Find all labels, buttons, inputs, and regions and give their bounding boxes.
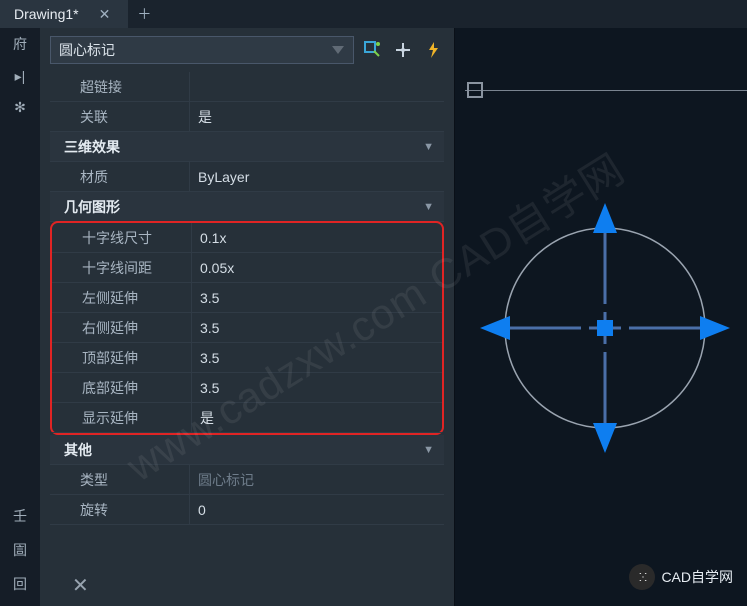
drawing-canvas[interactable] bbox=[455, 28, 747, 606]
section-title: 其他 bbox=[64, 440, 92, 460]
add-tab-button[interactable]: ＋ bbox=[128, 0, 160, 28]
chevron-down-icon: ▼ bbox=[423, 201, 434, 213]
quick-select-icon[interactable] bbox=[362, 39, 384, 61]
prop-value[interactable]: 0.1x bbox=[192, 223, 442, 252]
prop-value[interactable]: 0 bbox=[190, 495, 444, 524]
prop-label: 底部延伸 bbox=[52, 373, 192, 402]
dropdown-caret-icon bbox=[331, 45, 345, 55]
object-type-selector[interactable]: 圆心标记 bbox=[50, 36, 354, 64]
table-row[interactable]: 材质 ByLayer bbox=[50, 162, 444, 192]
prop-value[interactable]: 3.5 bbox=[192, 343, 442, 372]
properties-panel: 圆心标记 超链接 关联 是 bbox=[40, 28, 455, 606]
section-title: 三维效果 bbox=[64, 137, 120, 157]
rail-glyph-1: 府 bbox=[13, 34, 27, 54]
section-title: 几何图形 bbox=[64, 197, 120, 217]
prop-value[interactable]: 是 bbox=[192, 403, 442, 432]
prop-label: 十字线间距 bbox=[52, 253, 192, 282]
prop-label: 材质 bbox=[50, 162, 190, 191]
prop-label: 顶部延伸 bbox=[52, 343, 192, 372]
file-tab[interactable]: Drawing1* ✕ bbox=[0, 0, 128, 28]
rail-bottom-icon-2[interactable]: 圁 bbox=[13, 540, 27, 560]
prop-value[interactable]: ByLayer bbox=[190, 162, 444, 191]
section-other[interactable]: 其他 ▼ bbox=[50, 435, 444, 465]
table-row[interactable]: 关联 是 bbox=[50, 102, 444, 132]
table-row[interactable]: 左侧延伸 3.5 bbox=[52, 283, 442, 313]
prop-value[interactable]: 3.5 bbox=[192, 283, 442, 312]
table-row[interactable]: 旋转 0 bbox=[50, 495, 444, 525]
highlighted-region: 十字线尺寸 0.1x 十字线间距 0.05x 左侧延伸 3.5 右侧延伸 3.5… bbox=[50, 221, 444, 435]
left-rail: 府 ▸| ✻ ✕ 壬 圁 回 bbox=[0, 28, 40, 606]
tab-title: Drawing1* bbox=[14, 6, 79, 22]
drawing-content bbox=[455, 28, 747, 606]
table-row[interactable]: 底部延伸 3.5 bbox=[52, 373, 442, 403]
prop-value[interactable]: 是 bbox=[190, 102, 444, 131]
table-row[interactable]: 十字线间距 0.05x bbox=[52, 253, 442, 283]
lightning-icon[interactable] bbox=[422, 39, 444, 61]
prop-label: 旋转 bbox=[50, 495, 190, 524]
table-row[interactable]: 十字线尺寸 0.1x bbox=[52, 223, 442, 253]
table-row[interactable]: 右侧延伸 3.5 bbox=[52, 313, 442, 343]
prop-label: 关联 bbox=[50, 102, 190, 131]
prop-value[interactable] bbox=[190, 72, 444, 101]
prop-value[interactable]: 3.5 bbox=[192, 373, 442, 402]
prop-label: 十字线尺寸 bbox=[52, 223, 192, 252]
prop-value: 圆心标记 bbox=[190, 465, 444, 494]
table-row[interactable]: 超链接 bbox=[50, 72, 444, 102]
bottom-close-icon[interactable]: ✕ bbox=[72, 573, 89, 598]
prop-value[interactable]: 3.5 bbox=[192, 313, 442, 342]
table-row[interactable]: 类型 圆心标记 bbox=[50, 465, 444, 495]
gear-icon[interactable]: ✻ bbox=[14, 99, 26, 116]
brand-text: CAD自学网 bbox=[661, 567, 733, 587]
section-3d-effects[interactable]: 三维效果 ▼ bbox=[50, 132, 444, 162]
wechat-icon: ⵘ bbox=[629, 564, 655, 590]
brand-badge: ⵘ CAD自学网 bbox=[629, 564, 733, 590]
chevron-down-icon: ▼ bbox=[423, 141, 434, 153]
section-geometry[interactable]: 几何图形 ▼ bbox=[50, 192, 444, 222]
table-row[interactable]: 显示延伸 是 bbox=[52, 403, 442, 433]
selector-value: 圆心标记 bbox=[59, 40, 115, 60]
prop-label: 右侧延伸 bbox=[52, 313, 192, 342]
prop-label: 左侧延伸 bbox=[52, 283, 192, 312]
prop-value[interactable]: 0.05x bbox=[192, 253, 442, 282]
prop-label: 显示延伸 bbox=[52, 403, 192, 432]
chevron-down-icon: ▼ bbox=[423, 444, 434, 456]
table-row[interactable]: 顶部延伸 3.5 bbox=[52, 343, 442, 373]
chevron-in-icon[interactable]: ▸| bbox=[15, 68, 26, 85]
rail-bottom-icon-3[interactable]: 回 bbox=[13, 574, 27, 594]
target-icon[interactable] bbox=[392, 39, 414, 61]
prop-label: 类型 bbox=[50, 465, 190, 494]
prop-label: 超链接 bbox=[50, 72, 190, 101]
close-tab-icon[interactable]: ✕ bbox=[95, 6, 115, 23]
rail-bottom-icon-1[interactable]: 壬 bbox=[13, 506, 27, 526]
